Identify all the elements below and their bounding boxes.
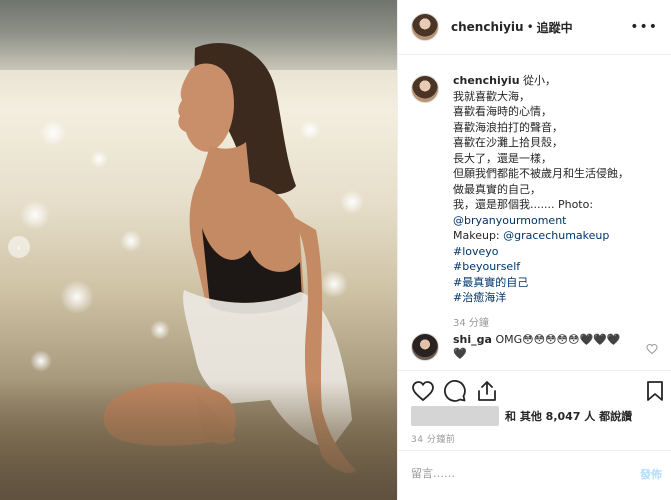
likes-summary[interactable]: 和 其他 8,047 人 都說讚 [411,406,632,426]
caption: chenchiyiu 從小， 我就喜歡大海， 喜歡看海時的心情， 喜歡海浪拍打的… [411,73,661,331]
hashtag-link[interactable]: #beyourself [453,259,629,275]
caption-line: 做最真實的自己， [453,182,541,196]
caption-line: 喜歡在沙灘上拾貝殼， [453,136,563,149]
liker-names-redacted [411,406,499,426]
hashtag-link[interactable]: #loveyo [453,244,629,260]
caption-username-link[interactable]: chenchiyiu [453,74,520,87]
hashtag-link[interactable]: #治癒海洋 [453,290,629,306]
avatar[interactable] [411,13,439,41]
bookmark-icon[interactable] [643,379,667,403]
header-username-link[interactable]: chenchiyiu [451,20,524,34]
comments-list[interactable]: chenchiyiu 從小， 我就喜歡大海， 喜歡看海時的心情， 喜歡海浪拍打的… [398,55,671,370]
add-comment-section: 發佈 [398,450,671,500]
comment-icon[interactable] [443,379,467,403]
makeup-prefix: Makeup: [453,229,504,242]
comment-username-link[interactable]: shi_ga [453,333,492,346]
comment-input[interactable] [411,467,611,480]
chevron-left-icon: ‹ [16,240,22,254]
avatar[interactable] [411,333,439,361]
following-button[interactable]: 追蹤中 [537,19,573,36]
caption-line: 我，還是那個我....... Photo: [453,198,594,211]
comment-body: shi_ga OMG😳😳😳😳😳🖤🖤🖤🖤 [453,333,623,361]
hashtag-link[interactable]: #最真實的自己 [453,275,629,291]
caption-line: 喜歡海浪拍打的聲音， [453,120,563,134]
post-header: chenchiyiu • 追蹤中 ••• [398,0,671,55]
caption-line: 從小， [523,74,557,87]
header-separator: • [526,20,534,34]
comment-item: shi_ga OMG😳😳😳😳😳🖤🖤🖤🖤 [411,333,661,361]
more-options-icon[interactable]: ••• [630,20,658,34]
caption-line: 我就喜歡大海， [453,89,530,103]
post-comment-button[interactable]: 發佈 [640,466,662,482]
carousel-prev-button[interactable]: ‹ [8,236,30,258]
caption-line: 但願我們都能不被歲月和生活侵蝕， [453,167,629,180]
photo-shore [0,380,397,500]
post-timestamp[interactable]: 34 分鐘前 [411,432,455,445]
post-side-panel: chenchiyiu • 追蹤中 ••• chenchiyiu 從小， 我就喜歡… [397,0,671,500]
photo-credit-link[interactable]: @bryanyourmoment [453,213,629,229]
avatar[interactable] [411,75,439,103]
post-photo[interactable]: ‹ [0,0,397,500]
caption-body: chenchiyiu 從小， 我就喜歡大海， 喜歡看海時的心情， 喜歡海浪拍打的… [453,73,629,331]
heart-icon[interactable] [411,379,435,403]
share-icon[interactable] [475,379,499,403]
likes-count[interactable]: 和 其他 8,047 人 都說讚 [505,408,632,424]
makeup-credit-link[interactable]: @gracechumakeup [503,229,609,242]
caption-line: 喜歡看海時的心情， [453,105,552,118]
action-bar [398,370,671,408]
caption-time[interactable]: 34 分鐘 [453,316,629,332]
caption-line: 長大了，還是一樣， [453,151,552,165]
comment-like-heart-icon[interactable] [646,343,658,355]
